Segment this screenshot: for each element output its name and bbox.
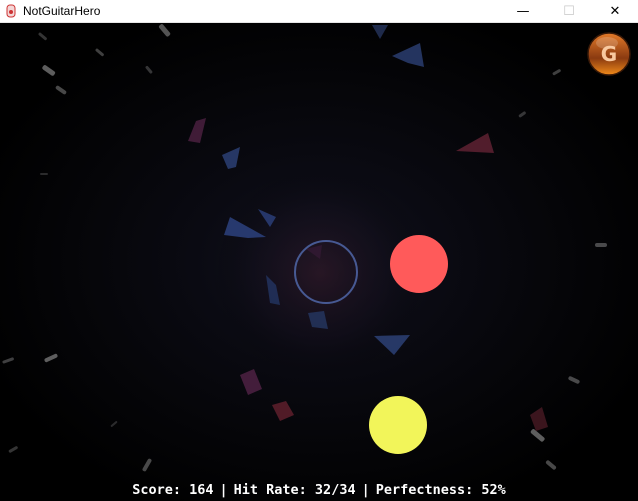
perfectness-label: Perfectness: 52% [375,482,506,498]
streak [159,24,171,37]
shard [188,118,206,143]
shard [240,369,262,395]
shard [530,407,548,431]
minimize-icon[interactable]: — [500,0,546,23]
streak [8,446,18,453]
shard [456,133,494,153]
yellow-note[interactable] [369,396,427,454]
streak [42,65,56,76]
streak [95,48,104,57]
streak [595,243,607,247]
streak [568,376,580,384]
streak [40,173,48,175]
streak [55,85,67,95]
maximize-icon[interactable]: ☐ [546,0,592,23]
score-hud: Score: 164 | Hit Rate: 32/34 | Perfectne… [0,479,638,501]
title-bar[interactable]: NotGuitarHero — ☐ ✕ [0,0,638,23]
window-title: NotGuitarHero [23,4,101,18]
close-icon[interactable]: ✕ [592,0,638,23]
streak [545,460,557,470]
streak [518,111,526,118]
streak [530,429,545,442]
streak [38,32,47,41]
game-window: NotGuitarHero — ☐ ✕ G Score: 164 | Hit R… [0,0,638,501]
hud-separator: | [219,482,228,498]
hit-rate-label: Hit Rate: 32/34 [233,482,356,498]
streak [110,421,118,427]
streak [552,69,561,76]
game-canvas[interactable]: G Score: 164 | Hit Rate: 32/34 | Perfect… [0,23,638,501]
guitar-app-icon [3,3,19,19]
shard [272,401,294,421]
window-controls: — ☐ ✕ [500,0,638,23]
shard [372,25,388,39]
streak [142,458,152,472]
shard [222,147,240,169]
red-note[interactable] [390,235,448,293]
hud-separator: | [361,482,370,498]
score-label: Score: 164 [132,482,214,498]
streak [44,353,58,363]
game-logo-badge[interactable]: G [587,32,631,76]
streak [145,65,153,74]
shard [392,43,424,67]
streak [2,357,14,364]
game-logo-letter: G [601,42,617,66]
